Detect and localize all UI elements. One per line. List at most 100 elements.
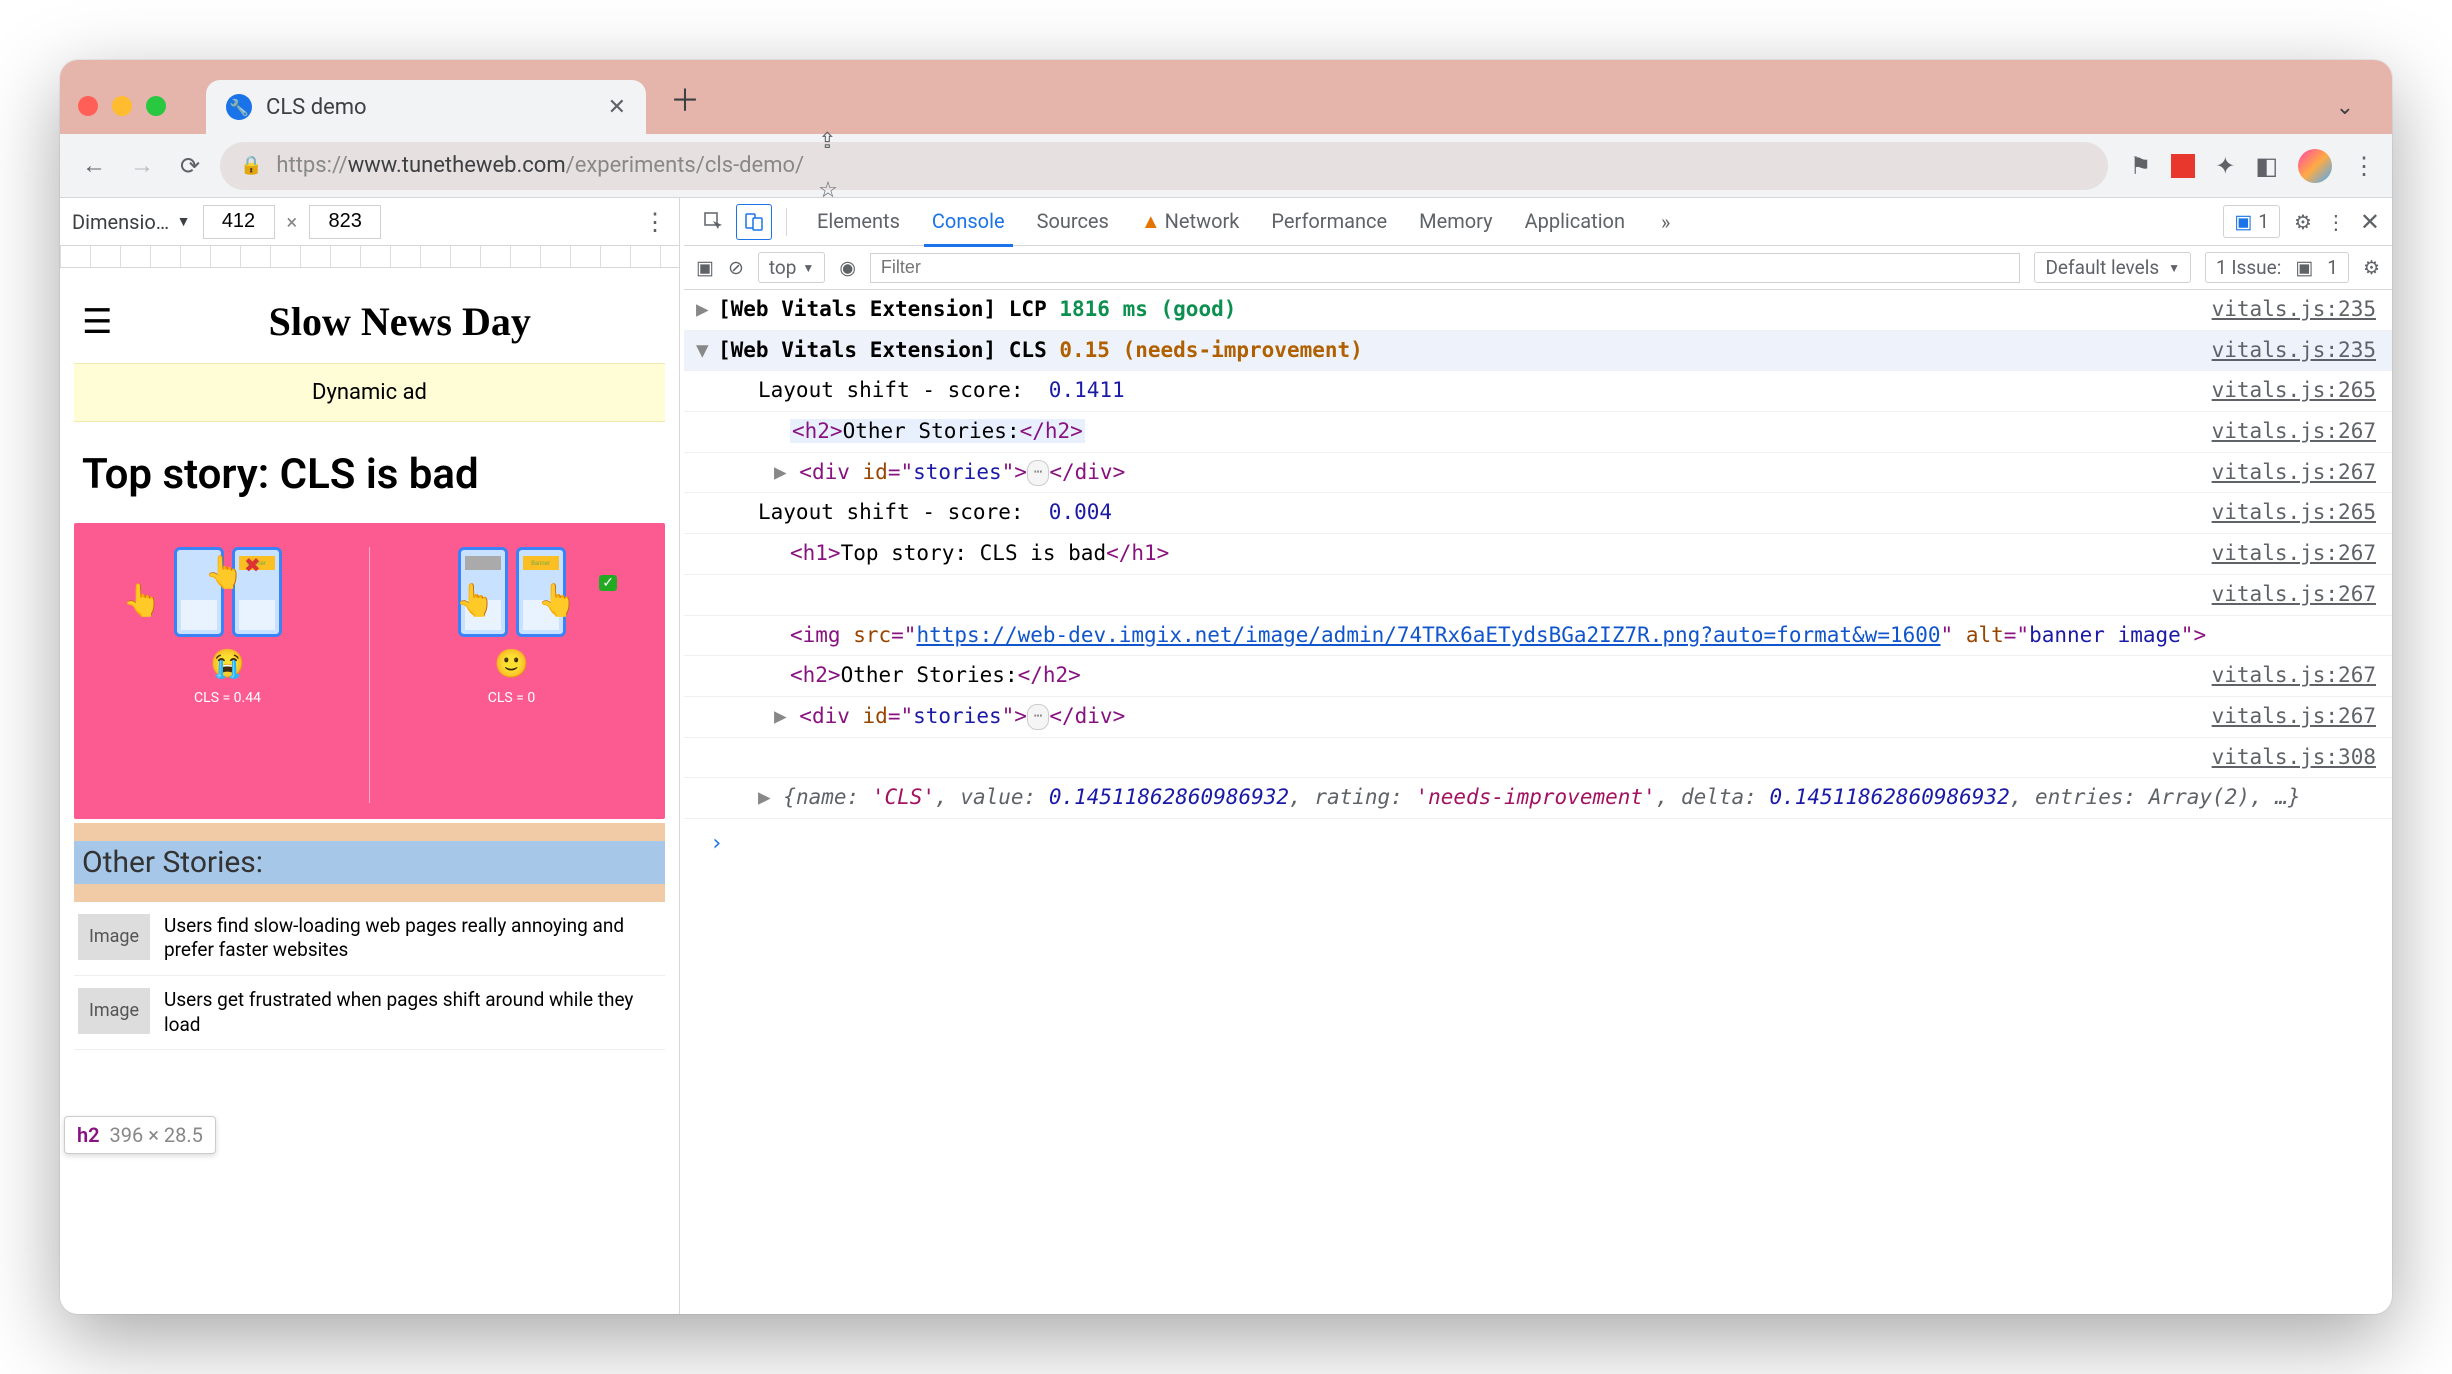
story-row[interactable]: Image Users find slow-loading web pages … <box>74 902 665 976</box>
story-thumbnail: Image <box>78 988 150 1034</box>
back-button[interactable]: ← <box>76 148 112 184</box>
tabs-dropdown-icon[interactable]: ⌄ <box>2336 95 2374 134</box>
console-row[interactable]: ▶[Web Vitals Extension] LCP 1816 ms (goo… <box>684 290 2392 331</box>
address-bar[interactable]: 🔒 https://www.tunetheweb.com/experiments… <box>220 142 2108 190</box>
console-row[interactable]: ▶ <div id="stories">⋯</div>vitals.js:267 <box>684 697 2392 738</box>
page-header: ☰ Slow News Day <box>74 288 665 363</box>
device-menu-icon[interactable]: ⋮ <box>643 208 667 236</box>
minimize-window-icon[interactable] <box>112 96 132 116</box>
devtools-tab-network[interactable]: ▲Network <box>1125 198 1256 246</box>
device-height-input[interactable] <box>309 205 381 239</box>
context-selector[interactable]: top▼ <box>758 252 825 283</box>
source-link[interactable]: vitals.js:267 <box>2212 414 2376 450</box>
ad-banner[interactable]: Dynamic ad <box>74 363 665 422</box>
reload-button[interactable]: ⟳ <box>172 148 208 184</box>
live-expression-icon[interactable]: ◉ <box>839 256 856 279</box>
console-row[interactable]: <h2>Other Stories:</h2>vitals.js:267 <box>684 656 2392 697</box>
console-row[interactable]: <h1>Top story: CLS is bad</h1>vitals.js:… <box>684 534 2392 575</box>
devtools-tab-application[interactable]: Application <box>1509 198 1641 246</box>
ruler <box>60 246 679 268</box>
source-link[interactable]: vitals.js:267 <box>2212 536 2376 572</box>
chat-icon: ▣ <box>2295 256 2313 279</box>
banner-image: Banner 👆 👆 ✖ 😭 CLS = 0.44 Banner <box>74 523 665 819</box>
site-title: Slow News Day <box>142 298 657 345</box>
crying-emoji-icon: 😭 <box>210 647 245 680</box>
new-tab-button[interactable]: ＋ <box>656 76 700 134</box>
clear-console-icon[interactable]: ⊘ <box>728 256 744 279</box>
console-row[interactable]: ▶ {name: 'CLS', value: 0.145118628609869… <box>684 778 2392 819</box>
console-prompt[interactable]: › <box>684 819 2392 868</box>
side-panel-icon[interactable]: ◧ <box>2255 152 2278 180</box>
console-row[interactable]: Layout shift - score: 0.1411vitals.js:26… <box>684 371 2392 412</box>
hamburger-icon[interactable]: ☰ <box>82 302 112 342</box>
tabs-overflow-icon[interactable]: » <box>1645 198 1686 246</box>
source-link[interactable]: vitals.js:308 <box>2212 740 2376 776</box>
source-link[interactable]: vitals.js:235 <box>2212 333 2376 369</box>
hand-icon: 👆 <box>122 581 162 619</box>
log-levels-selector[interactable]: Default levels ▼ <box>2034 252 2191 283</box>
source-link[interactable]: vitals.js:265 <box>2212 495 2376 531</box>
cls-bad-label: CLS = 0.44 <box>194 690 261 706</box>
device-dropdown[interactable]: Dimensio… ▼ <box>72 210 191 234</box>
inspect-tooltip: h2 396 × 28.5 <box>64 1116 216 1154</box>
source-link[interactable]: vitals.js:235 <box>2212 292 2376 328</box>
stories-list: Image Users find slow-loading web pages … <box>74 902 665 1051</box>
inspect-element-icon[interactable] <box>696 204 732 240</box>
profile-avatar[interactable] <box>2298 149 2332 183</box>
settings-icon[interactable]: ⚙ <box>2294 210 2312 234</box>
source-link[interactable]: vitals.js:265 <box>2212 373 2376 409</box>
devtools-tab-memory[interactable]: Memory <box>1403 198 1508 246</box>
device-toolbar: Dimensio… ▼ × ⋮ <box>60 198 679 246</box>
close-window-icon[interactable] <box>78 96 98 116</box>
devtools-tab-console[interactable]: Console <box>916 198 1021 246</box>
emulated-page: ☰ Slow News Day Dynamic ad Top story: CL… <box>60 268 679 1314</box>
devtools-panel: ElementsConsoleSources▲NetworkPerformanc… <box>684 198 2392 1314</box>
tab-close-icon[interactable]: ✕ <box>608 95 626 120</box>
extensions-puzzle-icon[interactable]: ✦ <box>2215 152 2235 180</box>
maximize-window-icon[interactable] <box>146 96 166 116</box>
issues-badge[interactable]: 1 Issue: ▣ 1 <box>2205 252 2349 283</box>
console-row[interactable]: Layout shift - score: 0.004vitals.js:265 <box>684 493 2392 534</box>
tab-favicon: 🔧 <box>226 94 252 120</box>
devtools-menu-icon[interactable]: ⋮ <box>2326 210 2346 234</box>
source-link[interactable]: vitals.js:267 <box>2212 455 2376 491</box>
console-row[interactable]: <img src="https://web-dev.imgix.net/imag… <box>684 616 2392 657</box>
device-toggle-icon[interactable] <box>736 204 772 240</box>
console-filter-input[interactable] <box>870 253 2021 283</box>
devtools-tab-performance[interactable]: Performance <box>1255 198 1403 246</box>
chat-icon: ▣ <box>2234 210 2252 233</box>
share-icon[interactable]: ⇪ <box>818 129 2088 154</box>
happy-emoji-icon: 🙂 <box>494 647 529 680</box>
console-settings-icon[interactable]: ⚙ <box>2363 256 2380 279</box>
source-link[interactable]: vitals.js:267 <box>2212 699 2376 735</box>
console-row[interactable]: vitals.js:267 <box>684 575 2392 616</box>
flag-icon[interactable]: ⚑ <box>2130 152 2152 180</box>
console-toolbar: ▣ ⊘ top▼ ◉ Default levels ▼ 1 Issue: ▣ 1… <box>684 246 2392 290</box>
console-row[interactable]: <h2>Other Stories:</h2>vitals.js:267 <box>684 412 2392 453</box>
console-row[interactable]: ▶ <div id="stories">⋯</div>vitals.js:267 <box>684 453 2392 494</box>
device-width-input[interactable] <box>203 205 275 239</box>
source-link[interactable]: vitals.js:267 <box>2212 658 2376 694</box>
browser-tab[interactable]: 🔧 CLS demo ✕ <box>206 80 646 134</box>
tab-strip: 🔧 CLS demo ✕ ＋ ⌄ <box>60 60 2392 134</box>
devtools-close-icon[interactable]: ✕ <box>2360 208 2380 236</box>
story-row[interactable]: Image Users get frustrated when pages sh… <box>74 976 665 1050</box>
console-play-icon[interactable]: ▣ <box>696 256 714 279</box>
devtools-tab-sources[interactable]: Sources <box>1021 198 1125 246</box>
forward-button[interactable]: → <box>124 148 160 184</box>
console-row[interactable]: vitals.js:308 <box>684 738 2392 779</box>
devtools-tab-elements[interactable]: Elements <box>801 198 916 246</box>
other-stories-heading: Other Stories: <box>74 841 665 884</box>
device-emulation-panel: Dimensio… ▼ × ⋮ ☰ Slow News Day Dynamic … <box>60 198 680 1314</box>
source-link[interactable]: vitals.js:267 <box>2212 577 2376 613</box>
lock-icon[interactable]: 🔒 <box>240 155 262 176</box>
chatter-badge[interactable]: ▣ 1 <box>2223 205 2280 238</box>
hand-icon: 👆 <box>455 581 495 619</box>
story-text: Users find slow-loading web pages really… <box>164 914 661 963</box>
story-text: Users get frustrated when pages shift ar… <box>164 988 661 1037</box>
cls-overlay <box>74 884 665 902</box>
console-row[interactable]: ▼[Web Vitals Extension] CLS 0.15 (needs-… <box>684 331 2392 372</box>
extension-red-icon[interactable] <box>2171 154 2195 178</box>
browser-menu-icon[interactable]: ⋮ <box>2352 152 2376 180</box>
console-output[interactable]: ▶[Web Vitals Extension] LCP 1816 ms (goo… <box>684 290 2392 1314</box>
